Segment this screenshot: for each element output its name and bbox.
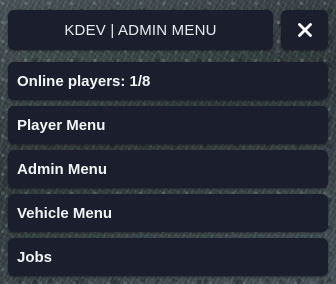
menu-item-admin-menu[interactable]: Admin Menu — [8, 150, 328, 188]
menu-title-bar: KDEV | ADMIN MENU — [8, 10, 273, 50]
menu-item-jobs[interactable]: Jobs — [8, 238, 328, 276]
menu-item-label: Player Menu — [17, 116, 106, 134]
online-players-label: Online players: 1/8 — [17, 72, 151, 90]
close-button[interactable] — [281, 10, 328, 50]
menu-item-label: Admin Menu — [17, 160, 107, 178]
menu-item-vehicle-menu[interactable]: Vehicle Menu — [8, 194, 328, 232]
menu-title: KDEV | ADMIN MENU — [64, 21, 217, 39]
online-players-status: Online players: 1/8 — [8, 62, 328, 100]
menu-item-label: Vehicle Menu — [17, 204, 113, 222]
menu-item-player-menu[interactable]: Player Menu — [8, 106, 328, 144]
menu-item-label: Jobs — [17, 248, 53, 266]
close-icon — [297, 23, 312, 37]
